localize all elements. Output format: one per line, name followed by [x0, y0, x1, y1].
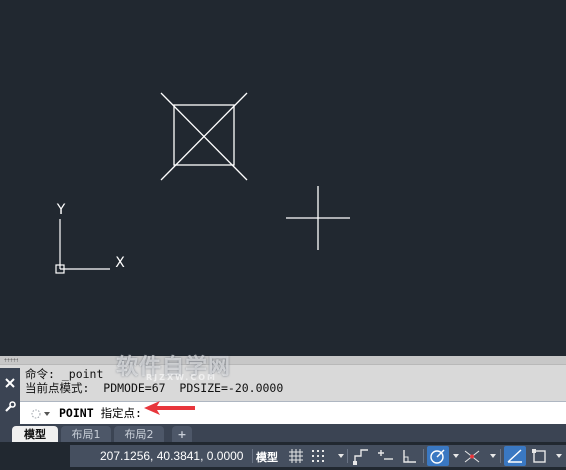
chevron-down-icon[interactable]	[338, 454, 344, 458]
status-bar: 207.1256, 40.3841, 0.0000 模型	[0, 442, 566, 470]
separator	[252, 449, 253, 463]
infer-constraints-icon[interactable]	[352, 447, 370, 469]
drawing-canvas[interactable]: Y X	[0, 0, 566, 356]
ortho-mode-icon[interactable]	[400, 447, 418, 469]
command-options-icon[interactable]	[29, 406, 51, 425]
status-bar-panel: 207.1256, 40.3841, 0.0000 模型	[70, 445, 566, 467]
snap-mode-icon[interactable]	[310, 447, 326, 469]
separator	[347, 449, 348, 463]
prompt-command-name: POINT	[59, 406, 94, 420]
history-line: 命令: _point	[25, 367, 104, 381]
separator	[500, 449, 501, 463]
ucs-icon	[55, 219, 110, 274]
dynamic-input-icon[interactable]	[376, 447, 394, 469]
command-line-panel: 命令: _point 当前点模式: PDMODE=67 PDSIZE=-20.0…	[0, 356, 566, 425]
model-space-button[interactable]: 模型	[256, 449, 278, 465]
separator	[423, 449, 424, 463]
chevron-down-icon[interactable]	[453, 454, 459, 458]
history-line: 当前点模式: PDMODE=67 PDSIZE=-20.0000	[25, 381, 284, 395]
ucs-y-label: Y	[56, 202, 66, 218]
command-input[interactable]: POINT 指定点:	[20, 401, 566, 425]
tab-layout1[interactable]: 布局1	[61, 426, 111, 442]
add-layout-button[interactable]: +	[172, 426, 192, 442]
ucs-x-label: X	[115, 255, 125, 271]
canvas-drawing: Y X	[55, 92, 350, 274]
polar-tracking-icon[interactable]	[427, 446, 449, 466]
object-snap-tracking-icon[interactable]	[504, 446, 526, 466]
tab-model[interactable]: 模型	[12, 426, 58, 442]
close-icon[interactable]	[0, 372, 20, 394]
crosshair-cursor	[286, 186, 350, 250]
layout-tab-bar: 模型 布局1 布局2 +	[0, 424, 566, 442]
annotation-arrow	[144, 401, 195, 415]
command-line-side-bar	[0, 368, 20, 424]
prompt-instruction: 指定点:	[100, 406, 142, 420]
command-history: 命令: _point 当前点模式: PDMODE=67 PDSIZE=-20.0…	[25, 367, 555, 395]
chevron-down-icon[interactable]	[556, 454, 562, 458]
isometric-drafting-icon[interactable]	[462, 447, 482, 469]
tab-layout2[interactable]: 布局2	[114, 426, 164, 442]
object-snap-icon[interactable]	[530, 447, 550, 469]
command-line-grip[interactable]	[0, 356, 566, 365]
chevron-down-icon[interactable]	[490, 454, 496, 458]
coordinate-readout[interactable]: 207.1256, 40.3841, 0.0000	[100, 449, 243, 463]
wrench-icon[interactable]	[0, 396, 20, 418]
command-prompt: POINT 指定点:	[59, 405, 142, 421]
grid-icon[interactable]	[288, 447, 304, 469]
point-marker-square-x[interactable]	[160, 92, 248, 181]
